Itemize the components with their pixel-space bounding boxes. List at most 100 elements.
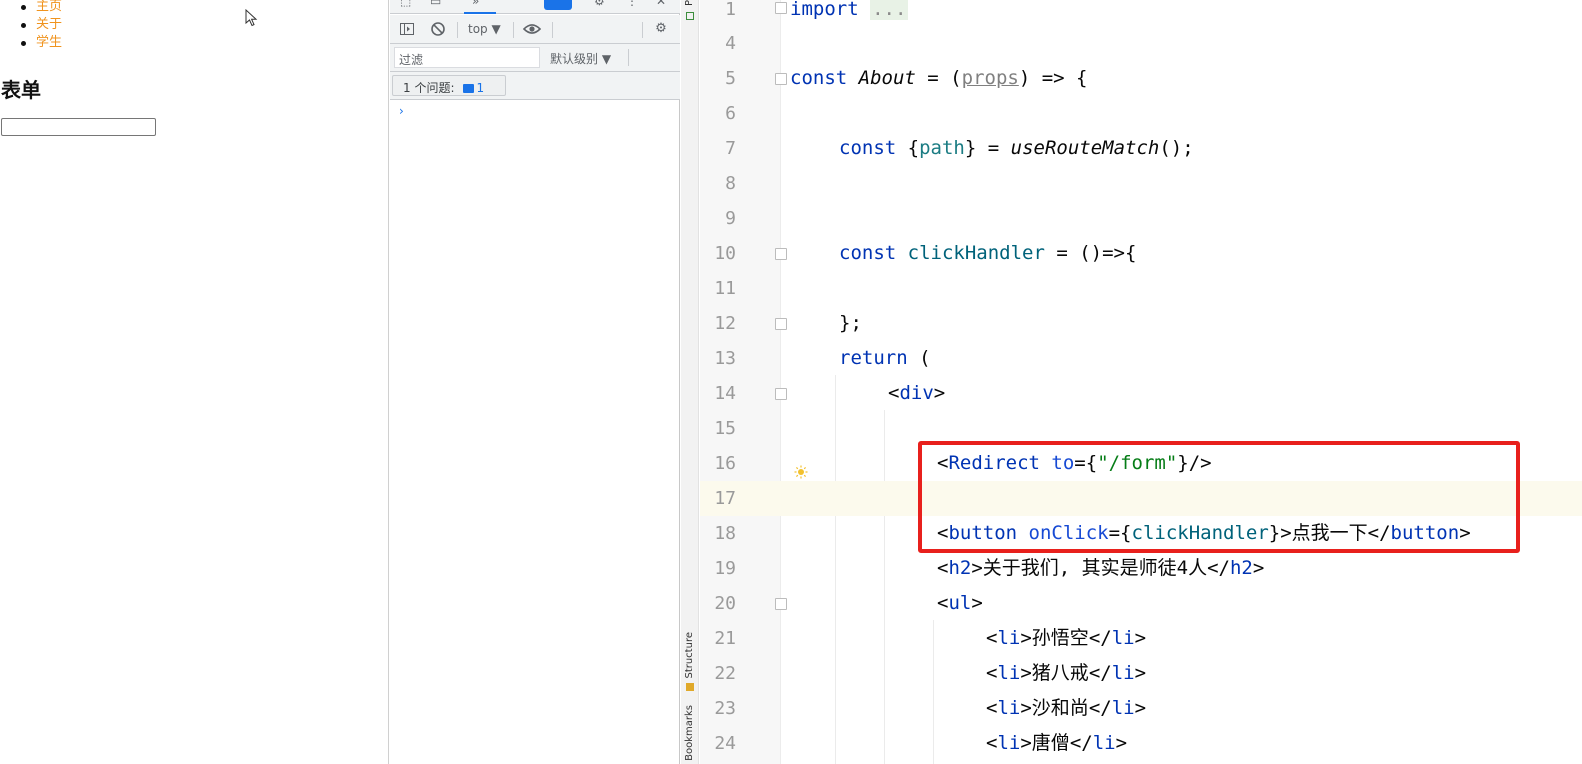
punct: ) => { [1018,67,1088,89]
code-text: <ul> [937,586,983,621]
browser-page: 主页 关于 学生 表单 [0,0,389,764]
code-line[interactable]: 15 [700,411,1582,446]
devtools-tab-bar: ⬚ ▭ » ⚙ ⋮ ✕ [390,0,680,14]
issues-count: 1 [476,81,485,95]
variable: path [919,137,965,159]
code-line[interactable]: 18 <button onClick={clickHandler}>点我一下</… [700,516,1582,551]
console-toolbar: top ▼ ⚙ [390,15,680,44]
project-tool-label[interactable]: P [684,0,695,6]
close-devtools-icon[interactable]: ✕ [656,0,666,8]
code-line[interactable]: 8 [700,166,1582,201]
parameter: props [961,67,1019,89]
clear-console-icon[interactable] [430,21,446,37]
line-number: 11 [714,278,736,299]
bookmarks-tool-label[interactable]: Bookmarks [684,705,695,761]
code-text: <button onClick={clickHandler}>点我一下</but… [937,516,1471,551]
code-line[interactable]: 9 [700,201,1582,236]
code-line[interactable]: 13 return ( [700,341,1582,376]
form-text-input[interactable] [1,118,156,136]
console-filter-bar: 过滤 默认级别 ▼ [390,44,680,72]
fold-end-icon[interactable] [775,318,787,330]
code-line[interactable]: 4 [700,26,1582,61]
punct: ={ [1074,452,1098,474]
line-number: 1 [725,0,736,20]
inspect-element-icon[interactable]: ⬚ [400,0,411,8]
code-line[interactable]: 1 import ... [700,0,1582,27]
jsx-tag: ul [948,592,972,614]
code-line[interactable]: 20 <ul> [700,586,1582,621]
code-line-current[interactable]: 17 [700,481,1582,516]
console-settings-gear-icon[interactable]: ⚙ [653,21,669,37]
toolbar-divider [457,22,458,38]
code-text: <Redirect to={"/form"}/> [937,446,1212,481]
jsx-tag: li [997,662,1021,684]
line-number: 7 [725,138,736,159]
line-number: 9 [725,208,736,229]
issues-button[interactable]: 1 个问题: 1 [392,75,506,96]
tool-window-strip: P Structure Bookmarks [681,0,699,764]
issues-badge-icon[interactable] [544,0,572,10]
project-tool-icon[interactable] [686,12,694,20]
code-text: const About = (props) => { [790,61,1087,96]
more-tabs-icon[interactable]: » [472,0,479,8]
code-line[interactable]: 11 [700,271,1582,306]
console-prompt-caret[interactable]: › [399,104,404,118]
code-line[interactable]: 7 const {path} = useRouteMatch(); [700,131,1582,166]
log-level-dropdown[interactable]: 默认级别 ▼ [550,50,611,67]
punct: < [937,452,949,474]
code-text: const {path} = useRouteMatch(); [839,131,1194,166]
identifier: clickHandler [896,242,1045,264]
nav-link-students[interactable]: 学生 [20,34,62,52]
code-line[interactable]: 23 <li>沙和尚</li> [700,691,1582,726]
line-number: 18 [714,523,736,544]
settings-gear-icon[interactable]: ⚙ [594,0,605,8]
code-text: <li>唐僧</li> [986,732,1128,754]
line-number: 13 [714,348,736,369]
context-selector[interactable]: top ▼ [468,22,501,36]
code-line[interactable]: 24 <li>唐僧</li> [700,726,1582,761]
fold-expand-icon[interactable] [775,2,787,14]
code-line[interactable]: 12 }; [700,306,1582,341]
live-expression-eye-icon[interactable] [522,21,542,37]
jsx-text: }>点我一下</ [1268,522,1391,544]
code-text: <li>猪八戒</li> [986,662,1147,684]
nav-list: 主页 关于 学生 [20,0,62,52]
code-editor: P Structure Bookmarks 1 import ... 4 5 c [681,0,1582,764]
code-line[interactable]: 14 <div> [700,376,1582,411]
console-filter-input[interactable]: 过滤 [394,47,540,68]
line-number: 15 [714,418,736,439]
kebab-menu-icon[interactable]: ⋮ [626,0,638,8]
jsx-tag: li [1111,627,1135,649]
nav-link-home[interactable]: 主页 [20,0,62,16]
device-toolbar-icon[interactable]: ▭ [430,0,441,8]
code-line[interactable]: 16 <Redirect to={"/form"}/> [700,446,1582,481]
line-number: 17 [714,488,736,509]
line-number: 16 [714,453,736,474]
code-line[interactable]: 5 const About = (props) => { [700,61,1582,96]
code-line[interactable]: 10 const clickHandler = ()=>{ [700,236,1582,271]
code-line[interactable]: 21 <li>孙悟空</li> [700,621,1582,656]
code-text: <div> [888,376,945,411]
nav-link-about[interactable]: 关于 [20,16,62,34]
folded-imports[interactable]: ... [870,0,909,20]
keyword: import [790,0,859,20]
jsx-tag: div [899,382,934,404]
punct: (); [1159,137,1194,159]
fold-collapse-icon[interactable] [775,73,787,85]
jsx-tag: h2 [948,557,972,579]
fold-collapse-icon[interactable] [775,248,787,260]
code-text: return ( [839,341,931,376]
code-line[interactable]: 22 <li>猪八戒</li> [700,656,1582,691]
punct: } = [964,137,1011,159]
issue-message-icon [462,84,474,93]
sidebar-toggle-icon[interactable] [399,21,415,37]
code-line[interactable]: 6 [700,96,1582,131]
structure-tool-label[interactable]: Structure [684,632,695,679]
punct: = ()=>{ [1044,242,1137,264]
jsx-attribute: onClick [1017,522,1109,544]
code-line[interactable]: 19 <h2>关于我们, 其实是师徒4人</h2> [700,551,1582,586]
lightbulb-icon[interactable] [794,465,808,479]
fold-collapse-icon[interactable] [775,388,787,400]
fold-collapse-icon[interactable] [775,598,787,610]
structure-tool-icon[interactable] [686,683,694,691]
